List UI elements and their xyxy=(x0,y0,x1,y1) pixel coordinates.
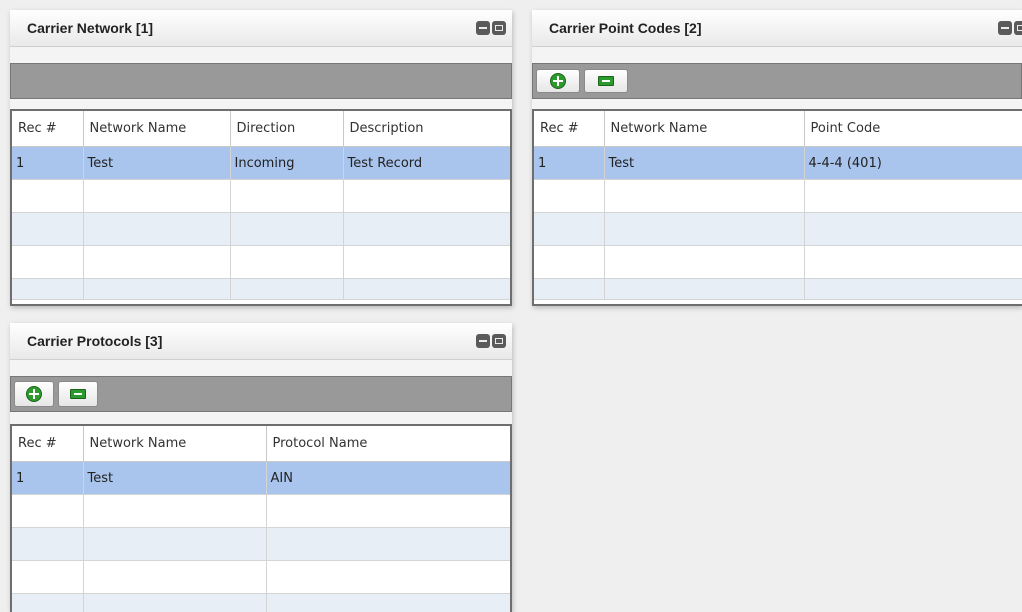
empty-row[interactable] xyxy=(12,212,510,246)
data-table: Rec # Network Name Protocol Name 1 Test … xyxy=(12,426,510,612)
remove-icon xyxy=(598,76,614,86)
data-table: Rec # Network Name Point Code 1 Test 4-4… xyxy=(534,111,1022,300)
window-controls xyxy=(476,334,506,348)
header-row: Rec # Network Name Point Code xyxy=(534,111,1022,147)
table-row[interactable]: 1 Test 4-4-4 (401) xyxy=(534,146,1022,180)
table-row[interactable]: 1 Test AIN xyxy=(12,461,510,495)
panel-header: Carrier Point Codes [2] xyxy=(532,10,1022,47)
remove-button[interactable] xyxy=(584,69,628,93)
table-cell: Test Record xyxy=(343,146,510,180)
panel-title: Carrier Network [1] xyxy=(27,20,154,36)
table-cell: Test xyxy=(83,461,267,495)
minimize-icon[interactable] xyxy=(998,21,1012,35)
table-cell: Test xyxy=(604,146,805,180)
table-cell: Test xyxy=(83,146,231,180)
maximize-icon[interactable] xyxy=(492,21,506,35)
column-header[interactable]: Network Name xyxy=(83,111,231,147)
toolbar xyxy=(10,63,512,99)
carrier-protocols-panel: Carrier Protocols [3] Rec # Network Name… xyxy=(10,323,512,612)
add-button[interactable] xyxy=(536,69,580,93)
panel-header: Carrier Protocols [3] xyxy=(10,323,512,360)
column-header[interactable]: Protocol Name xyxy=(266,426,510,462)
carrier-point-codes-grid: Rec # Network Name Point Code 1 Test 4-4… xyxy=(532,109,1022,306)
empty-row[interactable] xyxy=(534,278,1022,300)
window-controls xyxy=(998,21,1022,35)
empty-row[interactable] xyxy=(534,212,1022,246)
minimize-icon[interactable] xyxy=(476,21,490,35)
panel-title: Carrier Protocols [3] xyxy=(27,333,163,349)
empty-row[interactable] xyxy=(534,179,1022,213)
remove-icon xyxy=(70,389,86,399)
column-header[interactable]: Network Name xyxy=(604,111,805,147)
maximize-icon[interactable] xyxy=(492,334,506,348)
table-cell: 1 xyxy=(12,461,84,495)
carrier-point-codes-panel: Carrier Point Codes [2] Rec # Network Na… xyxy=(532,10,1022,306)
table-cell: 1 xyxy=(534,146,605,180)
empty-row[interactable] xyxy=(12,179,510,213)
remove-button[interactable] xyxy=(58,381,98,407)
empty-row[interactable] xyxy=(12,494,510,528)
window-controls xyxy=(476,21,506,35)
add-icon xyxy=(26,386,42,402)
header-row: Rec # Network Name Protocol Name xyxy=(12,426,510,462)
carrier-network-panel: Carrier Network [1] Rec # Network Name D… xyxy=(10,10,512,306)
carrier-network-grid: Rec # Network Name Direction Description… xyxy=(10,109,512,306)
column-header[interactable]: Rec # xyxy=(12,426,84,462)
column-header[interactable]: Point Code xyxy=(804,111,1022,147)
column-header[interactable]: Rec # xyxy=(534,111,605,147)
empty-row[interactable] xyxy=(534,245,1022,279)
carrier-protocols-grid: Rec # Network Name Protocol Name 1 Test … xyxy=(10,424,512,612)
column-header[interactable]: Network Name xyxy=(83,426,267,462)
column-header[interactable]: Rec # xyxy=(12,111,84,147)
empty-row[interactable] xyxy=(12,560,510,594)
data-table: Rec # Network Name Direction Description… xyxy=(12,111,510,300)
add-button[interactable] xyxy=(14,381,54,407)
table-cell: Incoming xyxy=(230,146,344,180)
table-cell: AIN xyxy=(266,461,510,495)
panel-title: Carrier Point Codes [2] xyxy=(549,20,702,36)
header-row: Rec # Network Name Direction Description xyxy=(12,111,510,147)
panel-header: Carrier Network [1] xyxy=(10,10,512,47)
empty-row[interactable] xyxy=(12,593,510,612)
column-header[interactable]: Description xyxy=(343,111,510,147)
empty-row[interactable] xyxy=(12,245,510,279)
minimize-icon[interactable] xyxy=(476,334,490,348)
add-icon xyxy=(550,73,566,89)
table-cell: 4-4-4 (401) xyxy=(804,146,1022,180)
toolbar xyxy=(10,376,512,412)
toolbar xyxy=(532,63,1022,99)
empty-row[interactable] xyxy=(12,527,510,561)
table-cell: 1 xyxy=(12,146,84,180)
maximize-icon[interactable] xyxy=(1014,21,1022,35)
table-row[interactable]: 1 Test Incoming Test Record xyxy=(12,146,510,180)
empty-row[interactable] xyxy=(12,278,510,300)
column-header[interactable]: Direction xyxy=(230,111,344,147)
